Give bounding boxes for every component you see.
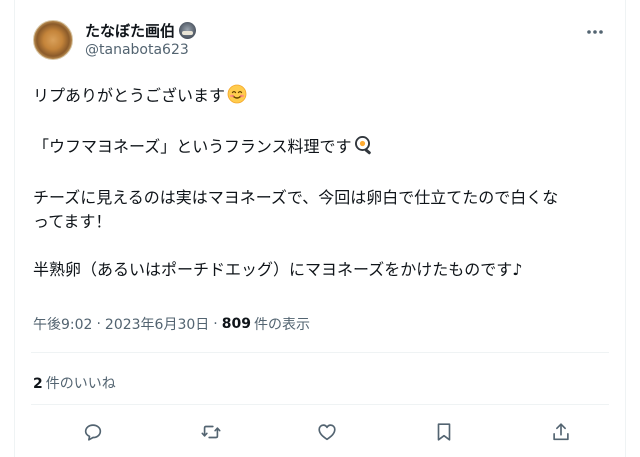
likes-summary[interactable]: 2 件のいいね: [33, 373, 116, 393]
gorilla-emoji-icon: [179, 21, 197, 39]
user-handle[interactable]: @tanabota623: [85, 42, 196, 58]
repost-button[interactable]: [197, 418, 225, 446]
meta-separator: ·: [213, 316, 218, 332]
views-label: 件の表示: [253, 317, 310, 333]
text-line: リプありがとうございます: [33, 84, 613, 111]
action-bar: [15, 418, 625, 446]
display-name[interactable]: たなぼた画伯: [85, 20, 175, 41]
reply-icon: [84, 424, 102, 441]
like-button[interactable]: [313, 418, 341, 446]
tweet-header: たなぼた画伯 @tanabota623: [33, 16, 613, 64]
frying-pan-egg-emoji-icon: [354, 135, 374, 162]
views-count[interactable]: 809: [222, 316, 251, 332]
avatar[interactable]: [33, 20, 73, 60]
repost-icon: [201, 425, 221, 439]
reply-button[interactable]: [79, 418, 107, 446]
smiling-face-emoji-icon: [227, 84, 247, 111]
bookmark-icon: [437, 423, 451, 441]
more-options-button[interactable]: [583, 22, 607, 42]
share-icon: [553, 423, 569, 441]
text-line-3b: ってます！: [33, 212, 112, 231]
tweet-time[interactable]: 午後9:02: [33, 314, 92, 334]
text-line-4: 半熟卵（あるいはポーチドエッグ）にマヨネーズをかけたものです♪: [33, 260, 523, 279]
tweet-text: リプありがとうございます 「ウフマヨネーズ」というフランス料理です チーズに見え…: [33, 84, 613, 282]
text-line-1: リプありがとうございます: [33, 86, 226, 105]
divider: [31, 404, 609, 405]
tweet-date[interactable]: 2023年6月30日: [105, 314, 209, 334]
divider: [31, 352, 609, 353]
tweet-meta: 午後9:02 · 2023年6月30日 · 809 件の表示: [33, 314, 310, 334]
more-dots-icon: [587, 30, 603, 34]
text-line-2: 「ウフマヨネーズ」というフランス料理です: [33, 137, 352, 156]
text-line: 「ウフマヨネーズ」というフランス料理です: [33, 135, 613, 162]
author-block: たなぼた画伯 @tanabota623: [85, 20, 197, 58]
bookmark-button[interactable]: [430, 418, 458, 446]
display-name-row: たなぼた画伯: [85, 20, 197, 41]
likes-count: 2: [33, 376, 43, 392]
tweet-card: たなぼた画伯 @tanabota623 リプありがとうございます 「ウフマヨネー…: [14, 0, 626, 457]
meta-separator: ·: [96, 316, 101, 332]
like-icon: [318, 424, 336, 441]
text-line-3a: チーズに見えるのは実はマヨネーズで、今回は卵白で仕立てたので白くな: [33, 188, 559, 207]
likes-label: 件のいいね: [45, 376, 116, 392]
share-button[interactable]: [547, 418, 575, 446]
